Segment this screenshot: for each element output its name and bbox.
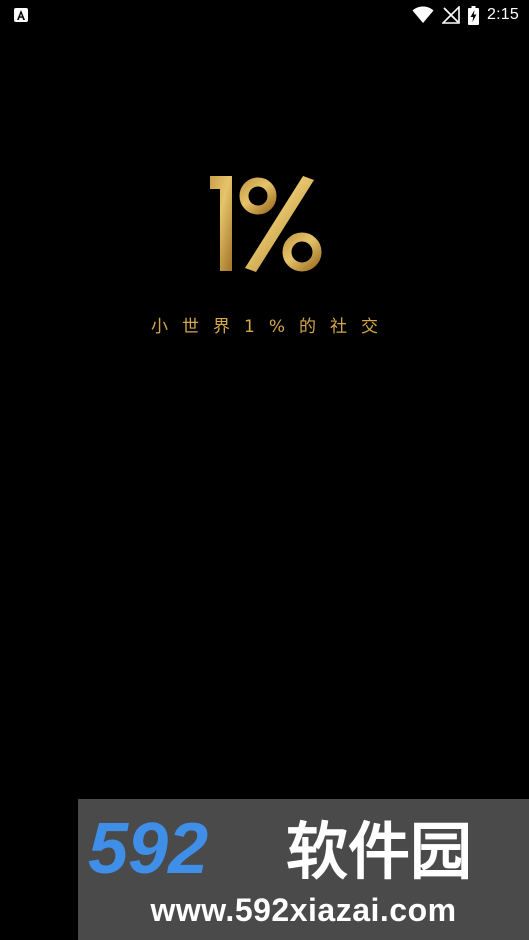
app-notification-icon [14,8,28,22]
wifi-icon [412,6,434,23]
watermark-brand-logo: 592 软件园 [88,813,472,889]
battery-charging-icon [468,5,480,25]
status-time: 2:15 [487,6,519,23]
app-tagline: 小世界1%的社交 [151,317,392,337]
no-signal-icon [442,6,460,24]
app-logo [210,176,322,272]
site-watermark: 592 软件园 www.592xiazai.com [78,799,529,940]
watermark-brand-number: 592 [88,813,208,889]
watermark-brand-text: 软件园 [286,815,472,888]
status-indicators: 2:15 [412,5,519,25]
status-bar: 2:15 [0,0,529,30]
watermark-url: www.592xiazai.com [150,892,457,928]
